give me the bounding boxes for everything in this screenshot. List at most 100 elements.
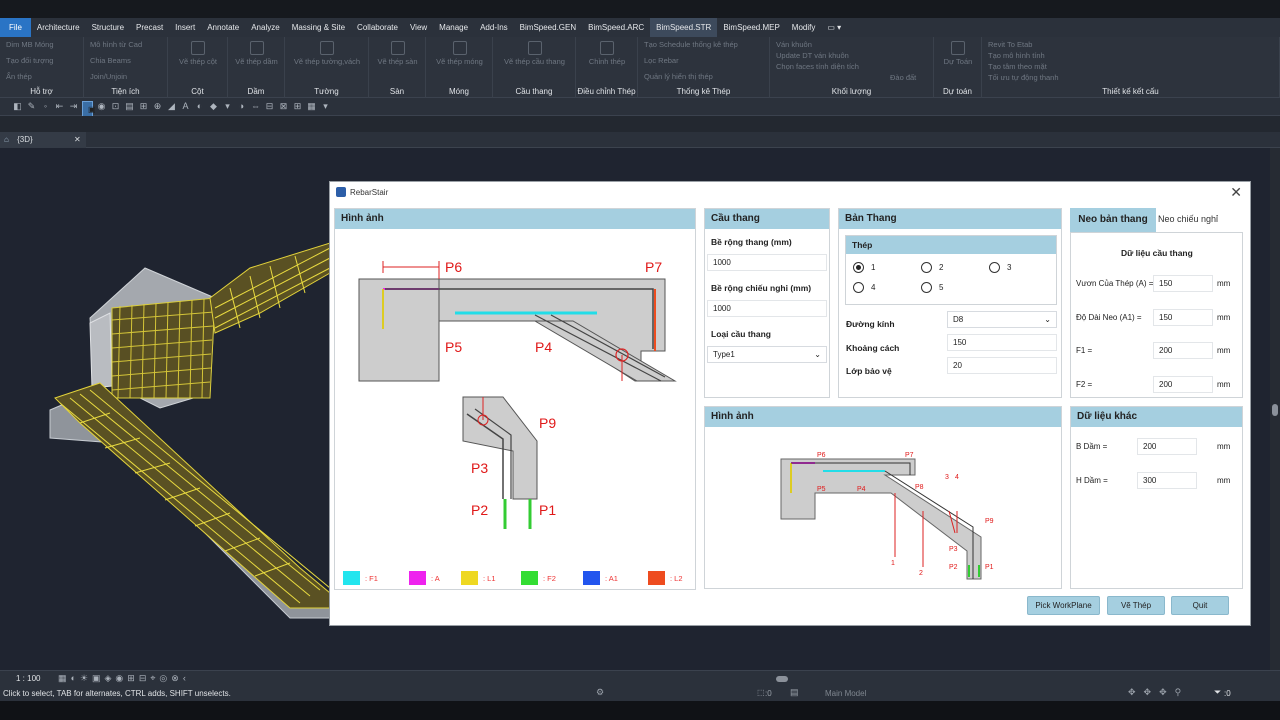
scroll-thumb[interactable] xyxy=(1272,404,1278,416)
qat-tool-icon[interactable]: ◐ xyxy=(194,101,205,112)
ribbon-options-icon[interactable]: ▭ ▾ xyxy=(821,18,847,37)
ribbon-button[interactable]: Lọc Rebar xyxy=(644,56,679,65)
field-input[interactable]: 200 xyxy=(1153,376,1213,393)
ribbon-button[interactable]: Revit To Etab xyxy=(988,40,1032,49)
ribbon-tab-manage[interactable]: Manage xyxy=(433,18,474,37)
field-input[interactable]: 150 xyxy=(1153,309,1213,326)
design-options-icon[interactable]: ▤ xyxy=(790,687,799,698)
tab-neo-chieu-nghi[interactable]: Neo chiếu nghỉ xyxy=(1158,208,1242,232)
ribbon-tab-file[interactable]: File xyxy=(0,18,31,37)
tab-neo-ban-thang[interactable]: Neo bản thang xyxy=(1070,208,1156,232)
ribbon-button[interactable]: Chọn faces tính diện tích xyxy=(776,62,859,71)
thep-option-4[interactable]: 4 xyxy=(853,282,875,293)
radio-icon[interactable] xyxy=(921,282,932,293)
ribbon-button[interactable]: Tối ưu tự động thanh xyxy=(988,73,1059,82)
ribbon-button[interactable]: Vẽ thép móng xyxy=(426,41,493,66)
qat-tool-icon[interactable]: ⊟ xyxy=(264,101,275,112)
ribbon-tab-analyze[interactable]: Analyze xyxy=(245,18,285,37)
ribbon-button[interactable]: Vẽ thép cột xyxy=(168,41,228,66)
qat-tool-icon[interactable]: ◆ xyxy=(208,101,219,112)
quit-button[interactable]: Quit xyxy=(1171,596,1229,615)
ribbon-button[interactable]: Tạo Schedule thống kê thép xyxy=(644,40,738,49)
thep-option-5[interactable]: 5 xyxy=(921,282,943,293)
radio-icon[interactable] xyxy=(853,282,864,293)
ribbon-button[interactable]: Ẩn thép xyxy=(6,72,32,81)
qat-tool-icon[interactable]: ⊠ xyxy=(278,101,289,112)
ribbon-tab-structure[interactable]: Structure xyxy=(86,18,130,37)
ribbon-tab-precast[interactable]: Precast xyxy=(130,18,169,37)
qat-tool-icon[interactable]: ◢ xyxy=(166,101,177,112)
ribbon-tab-insert[interactable]: Insert xyxy=(169,18,201,37)
thep-option-1[interactable]: 1 xyxy=(853,262,875,273)
qat-tool-icon[interactable]: ◑ xyxy=(236,101,247,112)
ribbon-tab-add-ins[interactable]: Add-Ins xyxy=(474,18,514,37)
view-controls-icons[interactable]: ▦◐☀▣◈◉⊞⊟⌖◎⊗‹ xyxy=(58,673,190,684)
home-icon[interactable]: ⌂ xyxy=(4,135,9,144)
ribbon-tab-collaborate[interactable]: Collaborate xyxy=(351,18,404,37)
spacing-input[interactable]: 150 xyxy=(947,334,1057,351)
field-input[interactable]: 200 xyxy=(1153,342,1213,359)
qat-tool-icon[interactable]: ▦ xyxy=(306,101,317,112)
ribbon-button[interactable]: Đào đất xyxy=(890,73,916,82)
diameter-select[interactable]: D8 ⌄ xyxy=(947,311,1057,328)
ribbon-tab-view[interactable]: View xyxy=(404,18,433,37)
ribbon-tab-annotate[interactable]: Annotate xyxy=(201,18,245,37)
thep-option-2[interactable]: 2 xyxy=(921,262,943,273)
ribbon-button[interactable]: Join/Unjoin xyxy=(90,72,127,81)
ribbon-button[interactable]: Dim MB Móng xyxy=(6,40,54,49)
field-input[interactable]: 150 xyxy=(1153,275,1213,292)
field-input[interactable]: 200 xyxy=(1137,438,1197,455)
field-input[interactable]: 300 xyxy=(1137,472,1197,489)
qat-tool-icon[interactable]: A xyxy=(180,101,191,112)
filter-icon[interactable]: ⏷ xyxy=(1214,687,1221,698)
ribbon-tab-bimspeed-arc[interactable]: BimSpeed.ARC xyxy=(582,18,650,37)
draw-rebar-button[interactable]: Vẽ Thép xyxy=(1107,596,1165,615)
landing-input[interactable]: 1000 xyxy=(707,300,827,317)
radio-icon[interactable] xyxy=(853,262,864,273)
qat-tool-icon[interactable]: ⊡ xyxy=(110,101,121,112)
ribbon-tab-bimspeed-str[interactable]: BimSpeed.STR xyxy=(650,18,718,37)
ribbon-button[interactable]: Dự Toán xyxy=(934,41,982,66)
horizontal-scroll-thumb[interactable] xyxy=(776,676,788,682)
ribbon-button[interactable]: Mô hình từ Cad xyxy=(90,40,142,49)
view-tab-3d[interactable]: ⌂ {3D} ✕ xyxy=(0,132,86,148)
radio-icon[interactable] xyxy=(989,262,1000,273)
qat-tool-icon[interactable]: ✎ xyxy=(26,101,37,112)
qat-tool-icon[interactable]: ⇥ xyxy=(68,101,79,112)
worksets-icon[interactable]: ⚙ xyxy=(596,687,604,698)
thep-option-3[interactable]: 3 xyxy=(989,262,1011,273)
qat-tool-icon[interactable]: ◧ xyxy=(12,101,23,112)
radio-icon[interactable] xyxy=(921,262,932,273)
ribbon-button[interactable]: Tạo đối tượng xyxy=(6,56,53,65)
ribbon-button[interactable]: Vẽ thép tường,vách xyxy=(285,41,369,66)
qat-tool-icon[interactable]: ◦ xyxy=(40,101,51,112)
ribbon-tab-modify[interactable]: Modify xyxy=(786,18,822,37)
ribbon-button[interactable]: Chia Beams xyxy=(90,56,131,65)
width-input[interactable]: 1000 xyxy=(707,254,827,271)
ribbon-tab-bimspeed-mep[interactable]: BimSpeed.MEP xyxy=(717,18,785,37)
ribbon-tab-massing-site[interactable]: Massing & Site xyxy=(286,18,351,37)
stair-type-select[interactable]: Type1 ⌄ xyxy=(707,346,827,363)
view-scale[interactable]: 1 : 100 xyxy=(16,674,40,683)
qat-tool-icon[interactable]: ⇔ xyxy=(250,101,261,112)
qat-tool-icon[interactable]: ⊞ xyxy=(138,101,149,112)
ribbon-button[interactable]: Vẽ thép cầu thang xyxy=(493,41,576,66)
ribbon-button[interactable]: Quản lý hiển thị thép xyxy=(644,72,713,81)
pick-workplane-button[interactable]: Pick WorkPlane xyxy=(1027,596,1100,615)
model-select[interactable]: Main Model xyxy=(825,689,866,698)
ribbon-button[interactable]: Tạo tâm theo mặt xyxy=(988,62,1047,71)
ribbon-button[interactable]: Chỉnh thép xyxy=(576,41,638,66)
ribbon-button[interactable]: Tạo mô hình tính xyxy=(988,51,1045,60)
close-icon[interactable]: ✕ xyxy=(74,132,81,148)
ribbon-tab-architecture[interactable]: Architecture xyxy=(31,18,86,37)
ribbon-button[interactable]: Ván khuôn xyxy=(776,40,812,49)
close-icon[interactable]: ✕ xyxy=(1230,184,1242,201)
status-icons[interactable]: ✥✥✥⚲ xyxy=(1128,687,1189,698)
qat-tool-icon[interactable]: ▤ xyxy=(124,101,135,112)
qat-tool-icon[interactable]: ▾ xyxy=(320,101,331,112)
ribbon-button[interactable]: Vẽ thép sàn xyxy=(369,41,426,66)
qat-tool-icon[interactable]: ⊕ xyxy=(152,101,163,112)
ribbon-button[interactable]: Vẽ thép dầm xyxy=(228,41,285,66)
qat-tool-icon[interactable]: ⇤ xyxy=(54,101,65,112)
ribbon-button[interactable]: Update DT ván khuôn xyxy=(776,51,849,60)
